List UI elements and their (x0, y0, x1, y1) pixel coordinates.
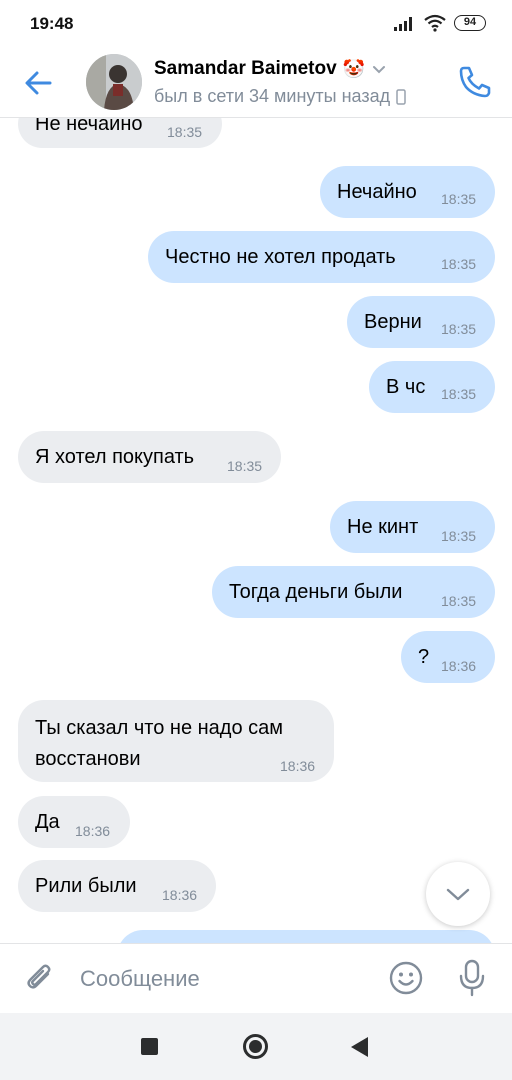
message-time: 18:35 (441, 593, 477, 609)
mobile-device-icon (396, 88, 406, 105)
message-text: Тогда деньги были (229, 581, 403, 603)
message-bubble-outgoing[interactable]: Верни 18:35 (347, 296, 495, 348)
chevron-down-icon (446, 888, 470, 901)
message-time: 18:35 (441, 528, 477, 544)
message-time: 18:35 (167, 124, 203, 140)
message-input[interactable] (80, 962, 370, 996)
contact-status: был в сети 34 минуты назад (154, 86, 391, 106)
status-icons: 94 (394, 14, 486, 32)
microphone-icon (459, 959, 485, 997)
message-text: В чс (386, 376, 426, 398)
message-time: 18:36 (75, 823, 111, 839)
message-bubble-outgoing[interactable]: ? 18:36 (401, 631, 495, 683)
message-text: ? (418, 646, 430, 668)
battery-indicator: 94 (454, 15, 486, 31)
attach-button[interactable] (22, 960, 58, 996)
system-navigation-bar (0, 1013, 512, 1080)
message-text: Не нечайно (35, 118, 143, 135)
message-bubble-incoming[interactable]: Рили были 18:36 (18, 860, 216, 912)
message-bubble-incoming[interactable]: Да 18:36 (18, 796, 130, 848)
message-bubble-outgoing[interactable]: Не кинт 18:35 (330, 501, 495, 553)
message-list[interactable]: Не нечайно 18:35 Нечайно 18:35 Честно не… (0, 118, 512, 943)
message-time: 18:35 (441, 256, 477, 272)
smile-icon (389, 961, 423, 995)
chevron-down-icon (373, 66, 386, 74)
avatar-photo-icon (86, 54, 142, 110)
message-text: Верни (364, 311, 422, 333)
message-text: Честно не хотел продать (165, 246, 396, 268)
message-bubble-outgoing[interactable]: Честно не хотел продать 18:35 (148, 231, 495, 283)
message-text: Я хотел покупать (35, 446, 195, 468)
home-icon[interactable] (243, 1034, 268, 1059)
chat-header: Samandar Baimetov 🤡 был в сети 34 минуты… (0, 48, 512, 118)
back-triangle-icon[interactable] (351, 1037, 368, 1057)
message-bubble-outgoing[interactable]: Нечайно 18:35 (320, 166, 495, 218)
message-text: Не кинт (347, 516, 419, 538)
wifi-icon (424, 14, 446, 32)
message-bubble-outgoing[interactable] (117, 930, 495, 943)
back-button[interactable] (20, 63, 60, 103)
message-time: 18:36 (162, 887, 198, 903)
message-time: 18:36 (280, 758, 316, 774)
contact-status-row: был в сети 34 минуты назад (154, 86, 406, 107)
message-text: Нечайно (337, 181, 417, 203)
message-bubble-outgoing[interactable]: В чс 18:35 (369, 361, 495, 413)
signal-icon (394, 17, 412, 31)
message-bubble-incoming[interactable]: Я хотел покупать 18:35 (18, 431, 281, 483)
message-text: Рили были (35, 875, 137, 897)
paperclip-icon (27, 964, 51, 989)
contact-name-row[interactable]: Samandar Baimetov 🤡 (154, 58, 387, 80)
contact-name: Samandar Baimetov (154, 58, 337, 79)
voice-message-button[interactable] (456, 958, 488, 998)
status-time: 19:48 (30, 14, 74, 33)
phone-icon (459, 66, 491, 98)
name-emoji: 🤡 (342, 58, 366, 79)
status-bar: 19:48 94 (0, 0, 512, 48)
recent-apps-icon[interactable] (141, 1038, 158, 1055)
emoji-button[interactable] (388, 960, 424, 996)
message-bubble-outgoing[interactable]: Тогда деньги были 18:35 (212, 566, 495, 618)
message-composer (0, 943, 512, 1013)
message-time: 18:35 (441, 191, 477, 207)
message-text: Ты сказал что не надо сам восстанови (35, 717, 284, 770)
avatar[interactable] (86, 54, 142, 110)
message-time: 18:35 (441, 321, 477, 337)
message-bubble-incoming[interactable]: Не нечайно 18:35 (18, 118, 222, 148)
message-time: 18:36 (441, 658, 477, 674)
message-bubble-incoming[interactable]: Ты сказал что не надо сам восстанови 18:… (18, 700, 334, 782)
call-button[interactable] (454, 61, 496, 103)
message-time: 18:35 (227, 458, 263, 474)
arrow-left-icon (25, 71, 52, 95)
message-time: 18:35 (441, 386, 477, 402)
scroll-down-button[interactable] (426, 862, 490, 926)
message-text: Да (35, 811, 60, 833)
